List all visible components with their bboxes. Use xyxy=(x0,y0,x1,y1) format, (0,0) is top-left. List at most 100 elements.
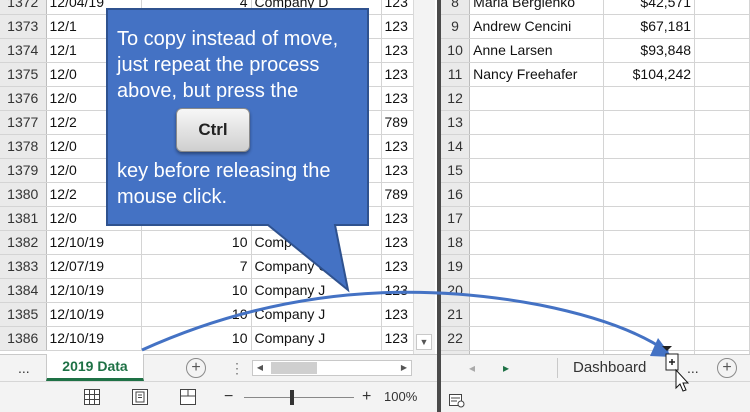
row-header[interactable]: 16 xyxy=(441,182,471,207)
table-row[interactable]: 22 xyxy=(441,326,750,351)
row-header[interactable]: 1376 xyxy=(0,86,47,111)
row-header[interactable]: 18 xyxy=(441,230,471,255)
row-header[interactable]: 1373 xyxy=(0,14,47,39)
date-cell[interactable]: 12/07/19 xyxy=(46,254,142,279)
row-header[interactable]: 1377 xyxy=(0,110,47,135)
amount-cell[interactable] xyxy=(603,254,696,279)
amount-cell[interactable] xyxy=(603,134,696,159)
options-icon[interactable]: ⋮ xyxy=(230,355,244,381)
amount-cell[interactable]: $67,181 xyxy=(603,14,696,39)
name-cell[interactable] xyxy=(469,230,604,255)
page-break-preview-icon[interactable] xyxy=(180,389,196,405)
table-row[interactable]: 1383 12/07/19 7 Company G 123 xyxy=(0,254,414,279)
row-header[interactable]: 12 xyxy=(441,86,471,111)
table-row[interactable]: 19 xyxy=(441,254,750,279)
scroll-down-icon[interactable]: ▼ xyxy=(416,334,432,350)
qty-cell[interactable]: 10 xyxy=(141,278,252,303)
name-cell[interactable]: Maria Bergienko xyxy=(469,0,604,15)
row-header[interactable]: 1375 xyxy=(0,62,47,87)
empty-cell[interactable] xyxy=(694,86,750,111)
table-row[interactable]: 10 Anne Larsen $93,848 xyxy=(441,38,750,63)
row-header[interactable]: 14 xyxy=(441,134,471,159)
table-row[interactable]: 21 xyxy=(441,302,750,327)
name-cell[interactable]: Andrew Cencini xyxy=(469,14,604,39)
table-row[interactable]: 12 xyxy=(441,86,750,111)
company-cell[interactable]: Company J xyxy=(251,278,382,303)
add-sheet-icon[interactable]: + xyxy=(186,358,206,378)
row-header[interactable]: 21 xyxy=(441,302,471,327)
date-cell[interactable]: 12/0 xyxy=(46,134,142,159)
value-cell[interactable]: 123 xyxy=(381,278,414,303)
value-cell[interactable]: 123 xyxy=(381,38,414,63)
row-header[interactable]: 1381 xyxy=(0,206,47,231)
amount-cell[interactable] xyxy=(603,302,696,327)
row-header[interactable]: 1382 xyxy=(0,230,47,255)
row-header[interactable]: 1386 xyxy=(0,326,47,351)
row-header[interactable]: 15 xyxy=(441,158,471,183)
name-cell[interactable] xyxy=(469,158,604,183)
date-cell[interactable]: 12/10/19 xyxy=(46,326,142,351)
company-cell[interactable] xyxy=(251,134,382,159)
empty-cell[interactable] xyxy=(694,182,750,207)
name-cell[interactable] xyxy=(469,326,604,351)
empty-cell[interactable] xyxy=(694,110,750,135)
empty-cell[interactable] xyxy=(694,134,750,159)
table-row[interactable]: 1382 12/10/19 10 Company J 123 xyxy=(0,230,414,255)
value-cell[interactable]: 123 xyxy=(381,206,414,231)
row-header[interactable]: 1384 xyxy=(0,278,47,303)
name-cell[interactable]: Anne Larsen xyxy=(469,38,604,63)
empty-cell[interactable] xyxy=(694,278,750,303)
value-cell[interactable]: 123 xyxy=(381,62,414,87)
scroll-right-icon[interactable]: ▶ xyxy=(397,361,411,375)
value-cell[interactable]: 123 xyxy=(381,302,414,327)
scroll-left-icon[interactable]: ◀ xyxy=(253,361,267,375)
empty-cell[interactable] xyxy=(694,0,750,15)
row-header[interactable]: 9 xyxy=(441,14,471,39)
row-header[interactable]: 1385 xyxy=(0,302,47,327)
zoom-in-button[interactable]: + xyxy=(362,384,371,410)
empty-cell[interactable] xyxy=(694,254,750,279)
qty-cell[interactable]: 10 xyxy=(141,230,252,255)
more-sheets-button[interactable]: ... xyxy=(18,355,30,381)
row-header[interactable]: 11 xyxy=(441,62,471,87)
amount-cell[interactable] xyxy=(603,206,696,231)
value-cell[interactable]: 123 xyxy=(381,254,414,279)
date-cell[interactable]: 12/10/19 xyxy=(46,302,142,327)
date-cell[interactable]: 12/10/19 xyxy=(46,230,142,255)
table-row[interactable]: 1384 12/10/19 10 Company J 123 xyxy=(0,278,414,303)
row-header[interactable]: 1380 xyxy=(0,182,47,207)
table-row[interactable]: 13 xyxy=(441,110,750,135)
row-header[interactable]: 13 xyxy=(441,110,471,135)
row-header[interactable]: 19 xyxy=(441,254,471,279)
name-cell[interactable] xyxy=(469,206,604,231)
tab-2019-data[interactable]: 2019 Data xyxy=(46,354,144,381)
row-header[interactable]: 22 xyxy=(441,326,471,351)
horizontal-scrollbar[interactable]: ◀ ▶ xyxy=(252,360,412,376)
tab-dashboard[interactable]: Dashboard xyxy=(573,355,646,381)
more-sheets-button[interactable]: ... xyxy=(687,355,699,381)
qty-cell[interactable]: 4 xyxy=(141,0,252,15)
empty-cell[interactable] xyxy=(694,302,750,327)
add-sheet-icon[interactable]: + xyxy=(717,358,737,378)
company-cell[interactable] xyxy=(251,110,382,135)
empty-cell[interactable] xyxy=(694,14,750,39)
table-row[interactable]: 14 xyxy=(441,134,750,159)
row-header[interactable]: 1379 xyxy=(0,158,47,183)
value-cell[interactable]: 789 xyxy=(381,182,414,207)
empty-cell[interactable] xyxy=(694,326,750,351)
page-layout-icon[interactable] xyxy=(132,389,148,405)
name-cell[interactable] xyxy=(469,182,604,207)
name-cell[interactable] xyxy=(469,278,604,303)
zoom-out-button[interactable]: − xyxy=(224,384,233,410)
table-row[interactable]: 20 xyxy=(441,278,750,303)
scrollbar-thumb[interactable] xyxy=(271,362,317,374)
next-sheet-icon[interactable]: ▸ xyxy=(503,355,509,381)
date-cell[interactable]: 12/2 xyxy=(46,110,142,135)
vertical-scrollbar[interactable]: ▼ xyxy=(413,0,435,354)
amount-cell[interactable]: $104,242 xyxy=(603,62,696,87)
row-header[interactable]: 20 xyxy=(441,278,471,303)
empty-cell[interactable] xyxy=(694,62,750,87)
qty-cell[interactable]: 10 xyxy=(141,302,252,327)
value-cell[interactable]: 123 xyxy=(381,326,414,351)
qty-cell[interactable]: 10 xyxy=(141,326,252,351)
